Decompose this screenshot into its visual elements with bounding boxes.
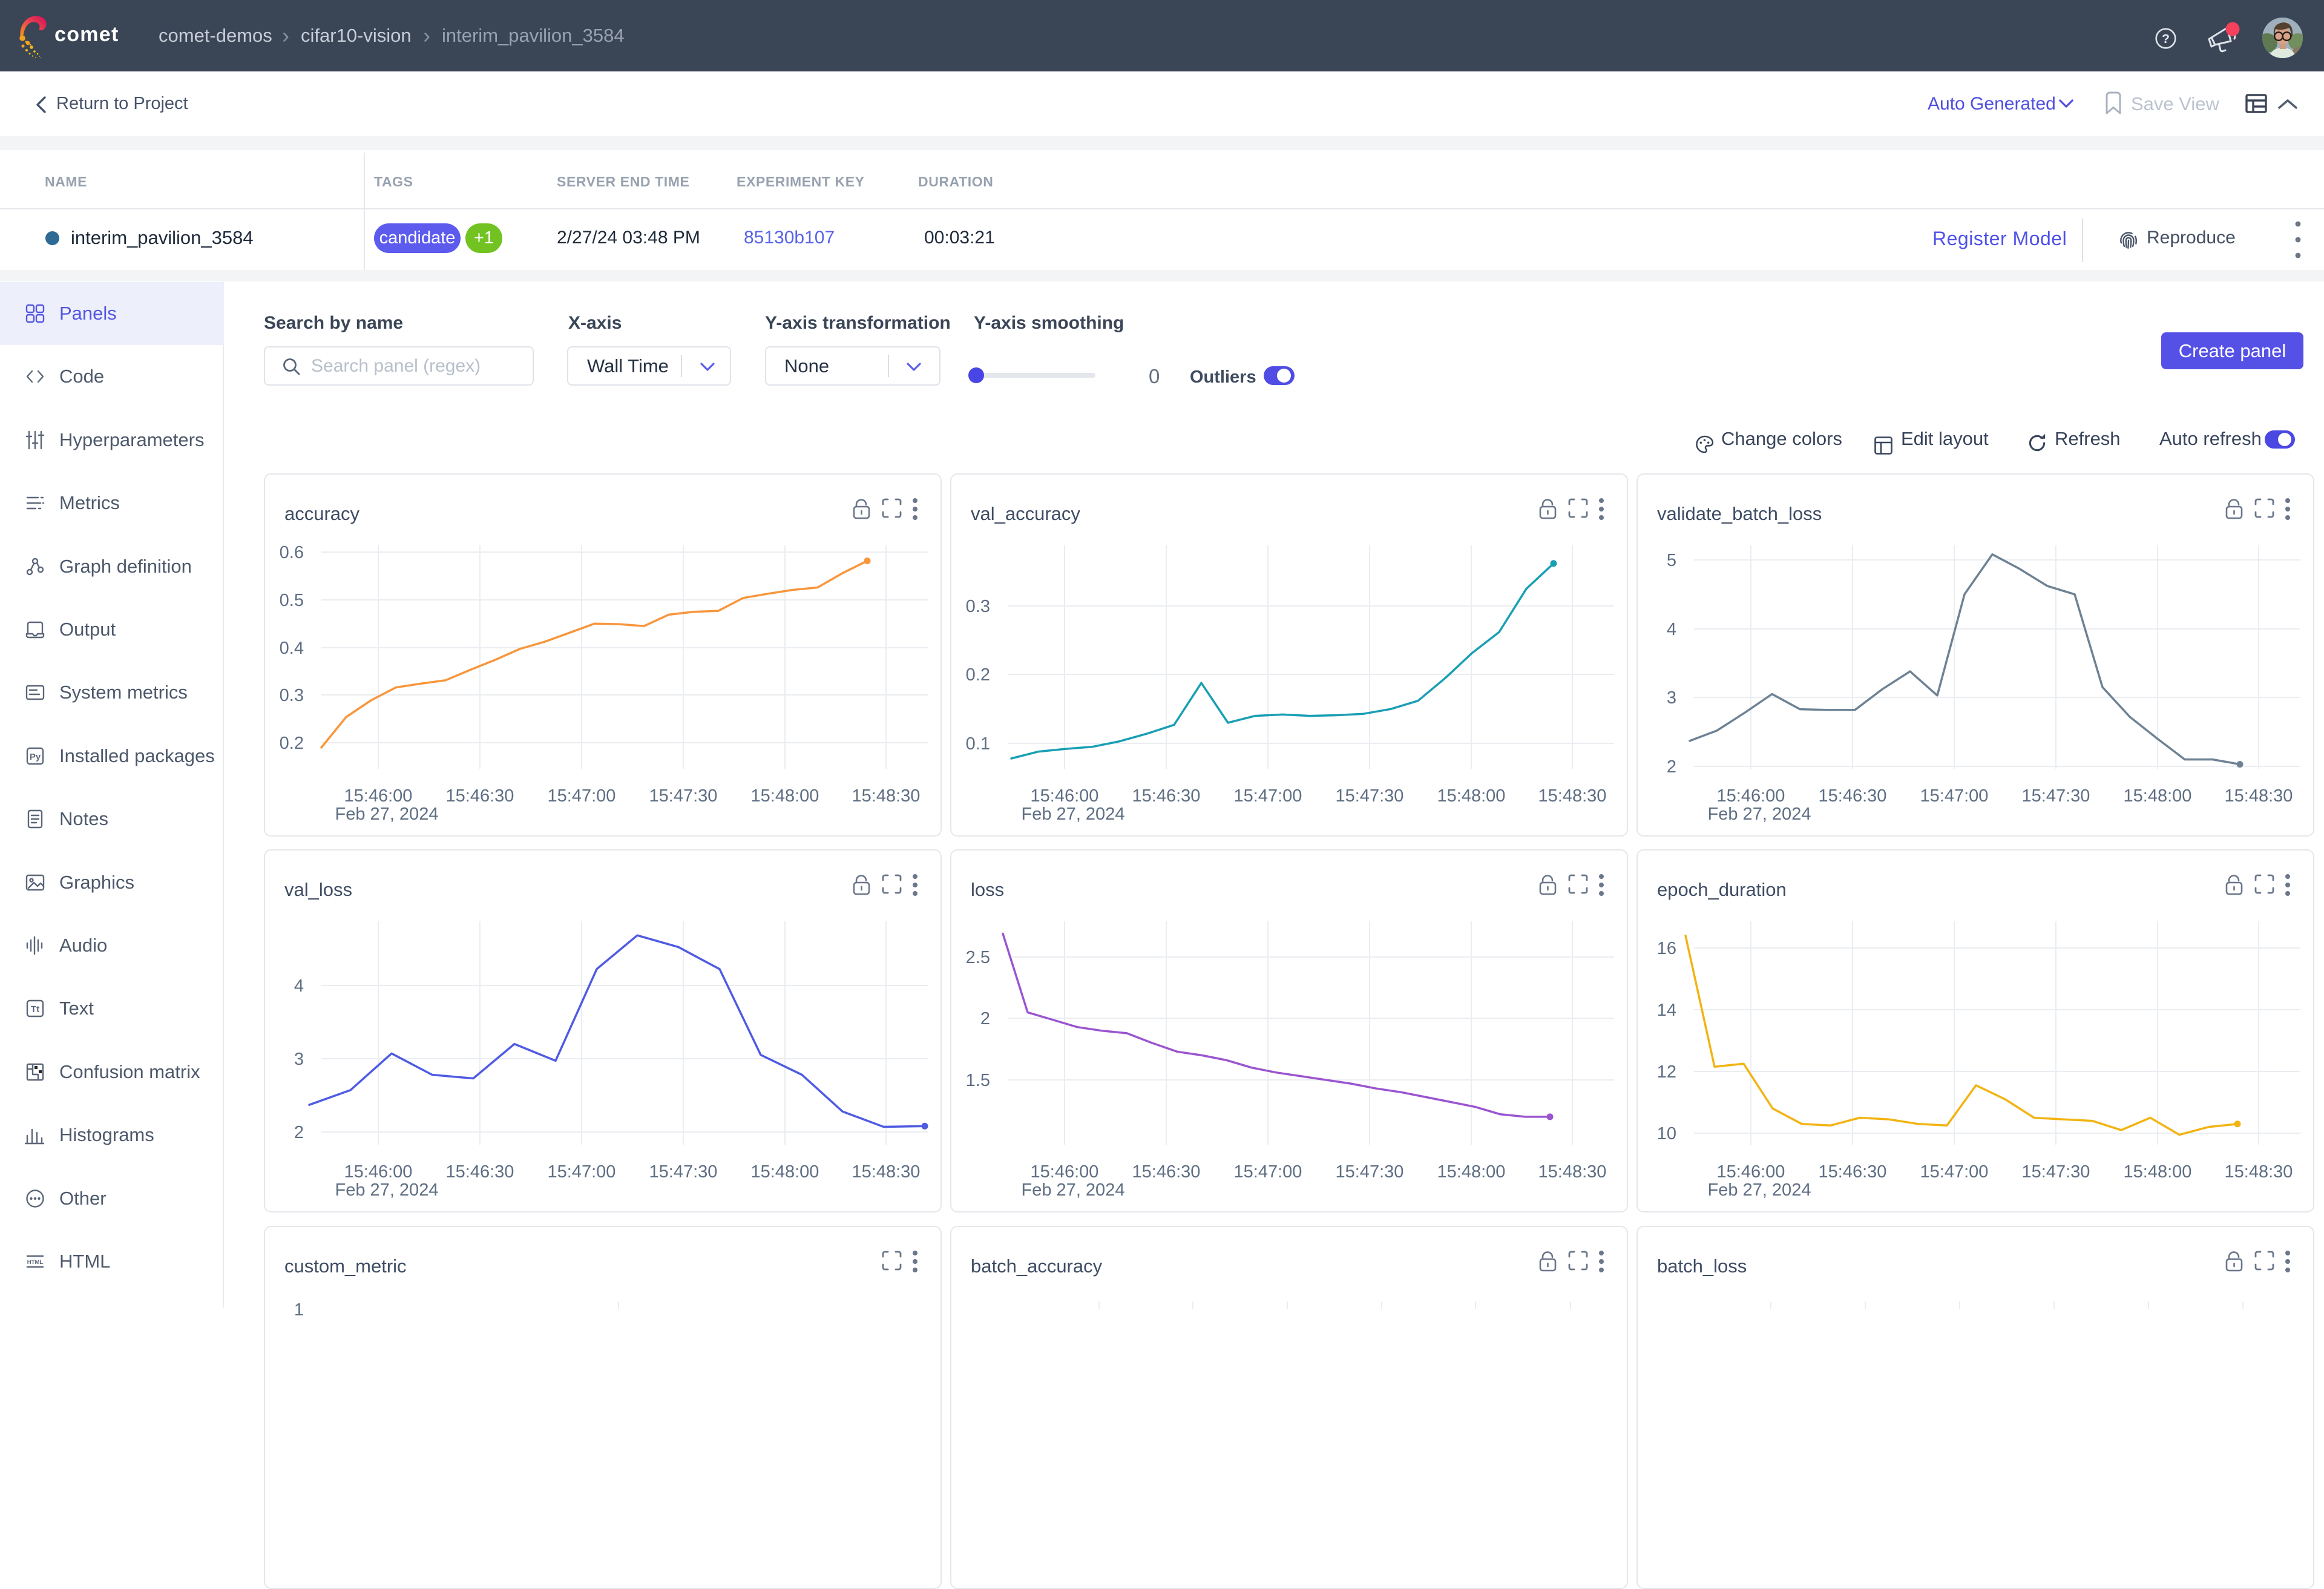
svg-text:12: 12 <box>1657 1062 1676 1082</box>
svg-text:15:48:30: 15:48:30 <box>1538 786 1607 806</box>
svg-text:15:46:30: 15:46:30 <box>1132 786 1201 806</box>
svg-text:HTML: HTML <box>27 1259 44 1266</box>
svg-text:val_accuracy: val_accuracy <box>971 503 1080 524</box>
svg-text:4: 4 <box>1667 620 1676 639</box>
svg-text:15:46:30: 15:46:30 <box>446 1162 514 1182</box>
svg-text:1.5: 1.5 <box>966 1071 990 1090</box>
svg-text:Feb 27, 2024: Feb 27, 2024 <box>1708 1180 1811 1200</box>
svg-text:15:47:30: 15:47:30 <box>2022 786 2090 806</box>
svg-text:0.4: 0.4 <box>280 639 304 658</box>
svg-text:14: 14 <box>1657 1001 1676 1020</box>
svg-text:15:46:00: 15:46:00 <box>344 1162 413 1182</box>
svg-text:Py: Py <box>30 752 41 762</box>
svg-text:15:47:00: 15:47:00 <box>1920 786 1989 806</box>
svg-text:validate_batch_loss: validate_batch_loss <box>1657 503 1822 524</box>
svg-text:15:46:30: 15:46:30 <box>1132 1162 1201 1182</box>
svg-text:15:47:00: 15:47:00 <box>1920 1162 1989 1182</box>
svg-text:custom_metric: custom_metric <box>284 1255 407 1277</box>
svg-text:Feb 27, 2024: Feb 27, 2024 <box>1708 804 1811 824</box>
svg-text:3: 3 <box>1667 688 1676 708</box>
svg-text:0.3: 0.3 <box>966 597 990 616</box>
svg-text:batch_accuracy: batch_accuracy <box>971 1255 1103 1277</box>
svg-text:0.3: 0.3 <box>280 686 304 705</box>
svg-text:?: ? <box>2162 32 2170 46</box>
svg-text:val_loss: val_loss <box>284 879 352 900</box>
svg-text:15:47:30: 15:47:30 <box>2022 1162 2090 1182</box>
svg-text:15:47:00: 15:47:00 <box>548 786 616 806</box>
svg-text:Tt: Tt <box>31 1004 39 1015</box>
svg-text:15:48:30: 15:48:30 <box>852 1162 921 1182</box>
svg-text:15:48:30: 15:48:30 <box>2225 1162 2293 1182</box>
svg-text:2: 2 <box>980 1009 990 1028</box>
svg-text:2: 2 <box>294 1123 304 1142</box>
svg-text:10: 10 <box>1657 1124 1676 1143</box>
svg-text:2.5: 2.5 <box>966 948 990 967</box>
svg-text:Feb 27, 2024: Feb 27, 2024 <box>1022 1180 1125 1200</box>
svg-text:0.2: 0.2 <box>966 665 990 685</box>
svg-text:15:48:00: 15:48:00 <box>2124 786 2192 806</box>
svg-text:15:46:30: 15:46:30 <box>1819 1162 1887 1182</box>
svg-text:0.6: 0.6 <box>280 543 304 562</box>
svg-text:batch_loss: batch_loss <box>1657 1255 1747 1277</box>
svg-text:15:47:00: 15:47:00 <box>1234 786 1302 806</box>
svg-text:15:46:00: 15:46:00 <box>1717 786 1785 806</box>
svg-text:15:48:00: 15:48:00 <box>1437 786 1506 806</box>
svg-text:15:46:00: 15:46:00 <box>1031 786 1099 806</box>
svg-text:15:48:30: 15:48:30 <box>1538 1162 1607 1182</box>
svg-text:15:46:00: 15:46:00 <box>1031 1162 1099 1182</box>
svg-text:15:46:30: 15:46:30 <box>446 786 514 806</box>
svg-text:15:47:00: 15:47:00 <box>548 1162 616 1182</box>
svg-text:3: 3 <box>294 1050 304 1069</box>
svg-text:15:48:00: 15:48:00 <box>751 786 819 806</box>
svg-text:15:47:30: 15:47:30 <box>1336 786 1404 806</box>
svg-text:0.1: 0.1 <box>966 734 990 754</box>
svg-text:Feb 27, 2024: Feb 27, 2024 <box>335 804 439 824</box>
svg-text:5: 5 <box>1667 551 1676 570</box>
svg-text:15:46:00: 15:46:00 <box>1717 1162 1785 1182</box>
svg-text:15:47:30: 15:47:30 <box>649 1162 718 1182</box>
svg-text:16: 16 <box>1657 939 1676 958</box>
svg-text:0.5: 0.5 <box>280 591 304 610</box>
svg-text:15:48:00: 15:48:00 <box>2124 1162 2192 1182</box>
svg-text:epoch_duration: epoch_duration <box>1657 879 1787 900</box>
svg-text:4: 4 <box>294 976 304 996</box>
svg-text:Feb 27, 2024: Feb 27, 2024 <box>1022 804 1125 824</box>
svg-text:0.2: 0.2 <box>280 734 304 753</box>
svg-text:15:47:30: 15:47:30 <box>1336 1162 1404 1182</box>
svg-text:15:46:00: 15:46:00 <box>344 786 413 806</box>
svg-text:15:48:30: 15:48:30 <box>852 786 921 806</box>
svg-text:2: 2 <box>1667 757 1676 777</box>
svg-text:15:48:00: 15:48:00 <box>751 1162 819 1182</box>
svg-text:Feb 27, 2024: Feb 27, 2024 <box>335 1180 439 1200</box>
svg-text:15:47:00: 15:47:00 <box>1234 1162 1302 1182</box>
svg-text:15:46:30: 15:46:30 <box>1819 786 1887 806</box>
svg-text:15:47:30: 15:47:30 <box>649 786 718 806</box>
svg-text:loss: loss <box>971 879 1004 900</box>
svg-text:accuracy: accuracy <box>284 503 360 524</box>
svg-text:15:48:00: 15:48:00 <box>1437 1162 1506 1182</box>
svg-text:15:48:30: 15:48:30 <box>2225 786 2293 806</box>
svg-text:1: 1 <box>294 1300 304 1320</box>
